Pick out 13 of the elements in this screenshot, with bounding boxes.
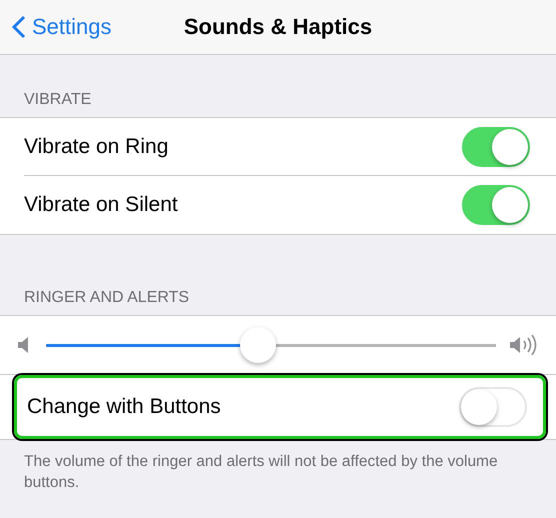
footer-note: The volume of the ringer and alerts will not be affected by the volume buttons. (23, 452, 499, 493)
setting-label: Change with Buttons (27, 395, 222, 419)
section-header: RINGER AND ALERTS (23, 288, 190, 308)
slider-thumb[interactable] (240, 327, 276, 363)
volume-high-icon (510, 335, 538, 355)
screen-title: Sounds & Haptics (184, 14, 372, 39)
toggle-switch[interactable] (462, 127, 530, 167)
back-button[interactable]: Settings (0, 14, 112, 40)
setting-label: Vibrate on Ring (24, 135, 170, 159)
toggle-switch[interactable] (462, 185, 530, 225)
setting-label: Vibrate on Silent (24, 193, 179, 217)
chevron-icon (12, 15, 26, 39)
section-header: VIBRATE (23, 90, 92, 110)
